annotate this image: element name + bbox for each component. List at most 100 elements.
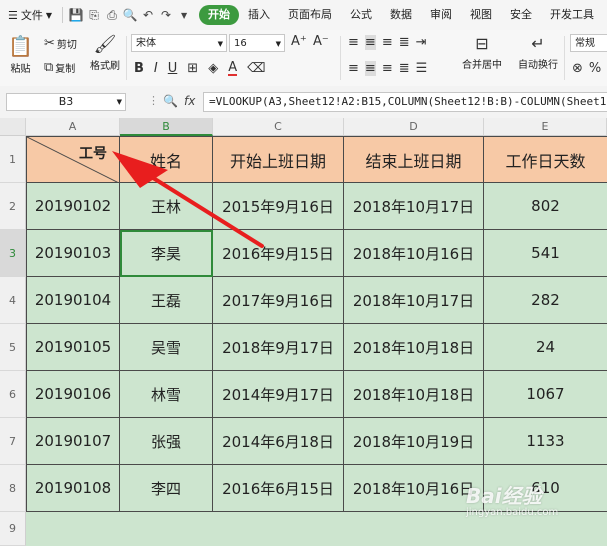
table-cell[interactable]: 2015年9月16日 (213, 183, 344, 230)
tab-insert[interactable]: 插入 (239, 5, 279, 25)
table-cell[interactable]: 2018年10月16日 (344, 230, 484, 277)
justify-icon[interactable]: ≣ (399, 61, 410, 76)
tab-view[interactable]: 视图 (461, 5, 501, 25)
selected-cell[interactable]: 李昊 (120, 230, 213, 277)
border-icon[interactable]: ⊞ (187, 61, 198, 76)
header-cell-name[interactable]: 姓名 (120, 136, 213, 183)
indent-icon[interactable]: ⇥ (416, 35, 427, 50)
table-cell[interactable]: 2018年10月19日 (344, 418, 484, 465)
table-cell[interactable]: 2018年10月17日 (344, 183, 484, 230)
row-header[interactable]: 7 (0, 418, 26, 465)
row-header[interactable]: 5 (0, 324, 26, 371)
table-cell[interactable]: 20190102 (26, 183, 120, 230)
row-header[interactable]: 3 (0, 230, 26, 277)
underline-icon[interactable]: U (168, 61, 178, 76)
align-left-icon[interactable]: ≡ (348, 61, 359, 76)
text-direction-icon[interactable]: ≣ (399, 35, 410, 50)
font-size-select[interactable]: 16 ▼ (229, 34, 285, 52)
align-center-icon[interactable]: ≡ (364, 61, 376, 76)
table-cell[interactable]: 王磊 (120, 277, 213, 324)
table-cell[interactable]: 吴雪 (120, 324, 213, 371)
undo-icon[interactable]: ↶ (139, 8, 157, 22)
currency-icon[interactable]: ⊗ (572, 61, 583, 76)
italic-icon[interactable]: I (154, 61, 158, 76)
select-all-corner[interactable] (0, 118, 26, 136)
row-header[interactable]: 2 (0, 183, 26, 230)
formula-input[interactable]: =VLOOKUP(A3,Sheet12!A2:B15,COLUMN(Sheet1… (203, 92, 607, 112)
table-cell[interactable]: 李四 (120, 465, 213, 512)
format-painter-button[interactable]: 🖌 格式刷 (90, 34, 120, 72)
table-cell[interactable]: 2018年9月17日 (213, 324, 344, 371)
table-cell[interactable]: 282 (484, 277, 607, 324)
table-cell[interactable]: 2016年6月15日 (213, 465, 344, 512)
print-preview-icon[interactable]: 🔍 (121, 8, 139, 22)
copy-button[interactable]: ⧉ 复制 (44, 60, 75, 75)
header-cell-start-date[interactable]: 开始上班日期 (213, 136, 344, 183)
row-header[interactable]: 6 (0, 371, 26, 418)
table-cell[interactable]: 2018年10月18日 (344, 371, 484, 418)
table-cell[interactable]: 2017年9月16日 (213, 277, 344, 324)
wrap-text-button[interactable]: ↵ 自动换行 (518, 34, 558, 71)
table-cell[interactable]: 24 (484, 324, 607, 371)
table-cell[interactable]: 20190104 (26, 277, 120, 324)
file-menu[interactable]: ☰ 文件 ▼ (0, 7, 58, 23)
column-header-d[interactable]: D (344, 118, 484, 136)
column-header-e[interactable]: E (484, 118, 607, 136)
tab-home[interactable]: 开始 (199, 5, 240, 25)
zoom-icon[interactable]: 🔍 (163, 94, 178, 108)
table-cell[interactable]: 1067 (484, 371, 607, 418)
print-icon[interactable]: ⎙ (103, 8, 121, 23)
tab-security[interactable]: 安全 (501, 5, 541, 25)
table-cell[interactable]: 20190103 (26, 230, 120, 277)
table-cell[interactable]: 20190108 (26, 465, 120, 512)
font-color-icon[interactable]: A (228, 61, 238, 76)
table-cell[interactable]: 2018年10月16日 (344, 465, 484, 512)
fill-color-icon[interactable]: ◈ (208, 61, 218, 76)
table-cell[interactable]: 2018年10月17日 (344, 277, 484, 324)
bold-icon[interactable]: B (134, 61, 144, 76)
cut-button[interactable]: ✂ 剪切 (44, 36, 77, 51)
align-middle-icon[interactable]: ≡ (364, 35, 376, 50)
header-cell-employee-id[interactable]: 工号 (26, 136, 121, 184)
align-right-icon[interactable]: ≡ (382, 61, 393, 76)
name-box[interactable]: B3 ▼ (6, 93, 126, 111)
header-cell-end-date[interactable]: 结束上班日期 (344, 136, 484, 183)
drag-handle-icon[interactable]: ⋮ (148, 94, 159, 107)
table-cell[interactable]: 2018年10月18日 (344, 324, 484, 371)
row-header[interactable]: 4 (0, 277, 26, 324)
table-cell[interactable]: 1133 (484, 418, 607, 465)
table-cell[interactable]: 2016年9月15日 (213, 230, 344, 277)
quick-access-chevron-icon[interactable]: ▼ (175, 11, 193, 20)
table-cell[interactable]: 林雪 (120, 371, 213, 418)
row-header[interactable]: 9 (0, 512, 26, 546)
tab-developer[interactable]: 开发工具 (541, 5, 603, 25)
align-top-icon[interactable]: ≡ (348, 35, 359, 50)
tab-data[interactable]: 数据 (381, 5, 421, 25)
redo-icon[interactable]: ↷ (157, 8, 175, 22)
distributed-icon[interactable]: ☰ (416, 61, 428, 76)
table-cell[interactable]: 王林 (120, 183, 213, 230)
merge-center-button[interactable]: ⊟ 合并居中 (462, 34, 502, 71)
increase-font-icon[interactable]: A⁺ (291, 34, 307, 49)
table-cell[interactable]: 20190107 (26, 418, 120, 465)
header-cell-workdays[interactable]: 工作日天数 (484, 136, 607, 183)
align-bottom-icon[interactable]: ≡ (382, 35, 393, 50)
number-format-select[interactable]: 常规 (570, 34, 607, 52)
fx-icon[interactable]: fx (184, 94, 195, 108)
table-cell[interactable]: 20190105 (26, 324, 120, 371)
column-header-a[interactable]: A (26, 118, 120, 136)
row-header[interactable]: 1 (0, 136, 26, 183)
table-cell[interactable]: 541 (484, 230, 607, 277)
tab-review[interactable]: 审阅 (421, 5, 461, 25)
row-header[interactable]: 8 (0, 465, 26, 512)
table-cell[interactable]: 20190106 (26, 371, 120, 418)
clear-format-icon[interactable]: ⌫ (247, 61, 265, 76)
font-name-select[interactable]: 宋体 ▼ (131, 34, 227, 52)
save-icon[interactable]: 💾 (67, 8, 85, 22)
tab-page-layout[interactable]: 页面布局 (279, 5, 341, 25)
column-header-b[interactable]: B (120, 118, 213, 136)
table-cell[interactable]: 张强 (120, 418, 213, 465)
column-header-c[interactable]: C (213, 118, 344, 136)
decrease-font-icon[interactable]: A⁻ (313, 34, 329, 49)
paste-button[interactable]: 📋 粘贴 (8, 34, 33, 75)
